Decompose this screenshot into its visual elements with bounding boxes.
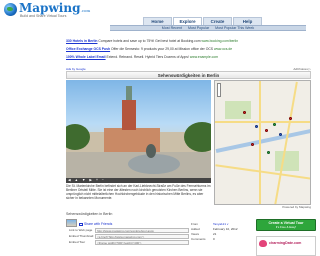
map-pin-icon[interactable]: [265, 129, 268, 132]
ad-item[interactable]: Office Exchange OCS Push Offer die Sense…: [66, 47, 311, 55]
ad-title[interactable]: 100% Whole Label Email: [66, 55, 106, 59]
share-label: Share with Friends: [84, 222, 113, 226]
logo-globe-icon[interactable]: [4, 3, 17, 16]
create-sub: It's Free & Easy!: [275, 225, 297, 229]
added-date: February 10, 2012: [213, 227, 238, 231]
pan-down-button[interactable]: ▼: [82, 178, 85, 183]
road: [259, 81, 261, 204]
pan-right-button[interactable]: ▶: [89, 178, 92, 183]
road: [274, 81, 298, 204]
link-field[interactable]: http://www.mapwing.com/explore/tour.aspx: [95, 228, 189, 233]
map-pin-icon[interactable]: [267, 151, 270, 154]
map-pin-icon[interactable]: [251, 143, 254, 146]
tour-row: Embed Tour <iframe width='500' height='4…: [69, 240, 189, 245]
map-pin-icon[interactable]: [289, 117, 292, 120]
site-tagline: Build and Share Virtual Tours: [20, 14, 67, 18]
church-spire: [126, 86, 132, 100]
subnav-most-recent[interactable]: Most Recent: [162, 26, 182, 30]
ad-desc: Offer die Sensesto: 9 products your 29,0…: [110, 47, 215, 51]
create-tour-button[interactable]: Create a Virtual Tour It's Free & Easy!: [256, 219, 316, 231]
logo-suffix: .com: [80, 8, 91, 13]
thumb-field[interactable]: <a href='http://www.mapwing.com'>: [95, 234, 189, 239]
subnav-popular-week[interactable]: Most Popular This Week: [215, 26, 254, 30]
ad-block: 330 Hotels in Berlin Compare hotels and …: [66, 39, 311, 71]
tour-title: Sehenswürdigkeiten in Berlin: [66, 71, 311, 79]
tour-map[interactable]: [214, 80, 311, 205]
ad-url[interactable]: www.booking.com/berlin: [202, 39, 239, 43]
zoom-out-button[interactable]: −: [102, 178, 104, 183]
map-pin-icon[interactable]: [273, 123, 276, 126]
subnav-most-popular[interactable]: Most Popular: [188, 26, 209, 30]
share-icon: [79, 222, 83, 226]
tour-thumbnail[interactable]: [66, 219, 77, 227]
tour-label: Embed Tour: [69, 240, 86, 244]
share-link[interactable]: Share with Friends: [79, 222, 112, 226]
tab-home[interactable]: Home: [143, 17, 172, 25]
heart-icon: [259, 240, 267, 247]
tour-caption: Die St. Marienkirche Berlin befindet sic…: [66, 184, 211, 200]
river: [215, 128, 310, 154]
ad-title[interactable]: Office Exchange OCS Push: [66, 47, 110, 51]
zoom-in-button[interactable]: +: [96, 178, 98, 183]
ad-title[interactable]: 330 Hotels in Berlin: [66, 39, 97, 43]
church-tower: [122, 100, 136, 130]
ad-item[interactable]: 330 Hotels in Berlin Compare hotels and …: [66, 39, 311, 47]
thumb-label: Embed Thumbnail: [69, 234, 94, 238]
map-zoom-control[interactable]: [217, 83, 221, 97]
neptune-fountain: [128, 154, 180, 174]
ad-url[interactable]: www.ocs.de: [214, 47, 232, 51]
panorama-viewer[interactable]: [66, 80, 211, 178]
side-ad-title[interactable]: charmingDate.com: [269, 241, 301, 245]
map-pin-icon[interactable]: [243, 111, 246, 114]
map-credit: Powered by Mapwing: [282, 205, 311, 209]
pan-up-button[interactable]: ▲: [75, 178, 78, 183]
ad-desc: Compare hotels and save up to 75%! Get b…: [97, 39, 202, 43]
ad-item[interactable]: 100% Whole Label Email Extend. Rebrand. …: [66, 55, 311, 63]
tab-help[interactable]: Help: [233, 17, 262, 25]
comments-count: 0: [213, 237, 215, 241]
tab-create[interactable]: Create: [203, 17, 232, 25]
link-row: Link to Web page http://www.mapwing.com/…: [69, 228, 189, 233]
details-title: Sehenswürdigkeiten in Berlin: [66, 212, 113, 216]
ad-url[interactable]: www.example.com: [190, 55, 218, 59]
pan-left-button[interactable]: ◀: [68, 178, 71, 183]
tab-explore[interactable]: Explore: [173, 17, 202, 25]
road: [215, 121, 310, 123]
tour-field[interactable]: <iframe width='500' height='400'>: [95, 240, 189, 245]
map-pin-icon[interactable]: [255, 125, 258, 128]
park-area: [225, 101, 251, 119]
main-nav: Home Explore Create Help: [143, 17, 263, 25]
site-logo[interactable]: Mapwing.com: [19, 1, 90, 15]
fountain-statue: [146, 144, 156, 158]
tour-meta: From Tanya121 v Added February 10, 2012 Vi…: [191, 222, 251, 242]
thumb-row: Embed Thumbnail <a href='http://www.mapw…: [69, 234, 189, 239]
ad-desc: Extend. Rebrand. Resell. Hybrid Tiers Do…: [105, 55, 190, 59]
link-label: Link to Web page: [69, 228, 93, 232]
side-ad[interactable]: charmingDate.com: [256, 236, 316, 256]
park-area: [275, 151, 299, 171]
comments-label: Comments: [191, 237, 206, 241]
map-pin-icon[interactable]: [279, 133, 282, 136]
sub-nav: Most Recent Most Popular Most Popular Th…: [110, 25, 306, 31]
logo-text: Mapwing: [19, 1, 81, 15]
viewer-controls: ◀ ▲ ▼ ▶ + −: [66, 178, 211, 183]
